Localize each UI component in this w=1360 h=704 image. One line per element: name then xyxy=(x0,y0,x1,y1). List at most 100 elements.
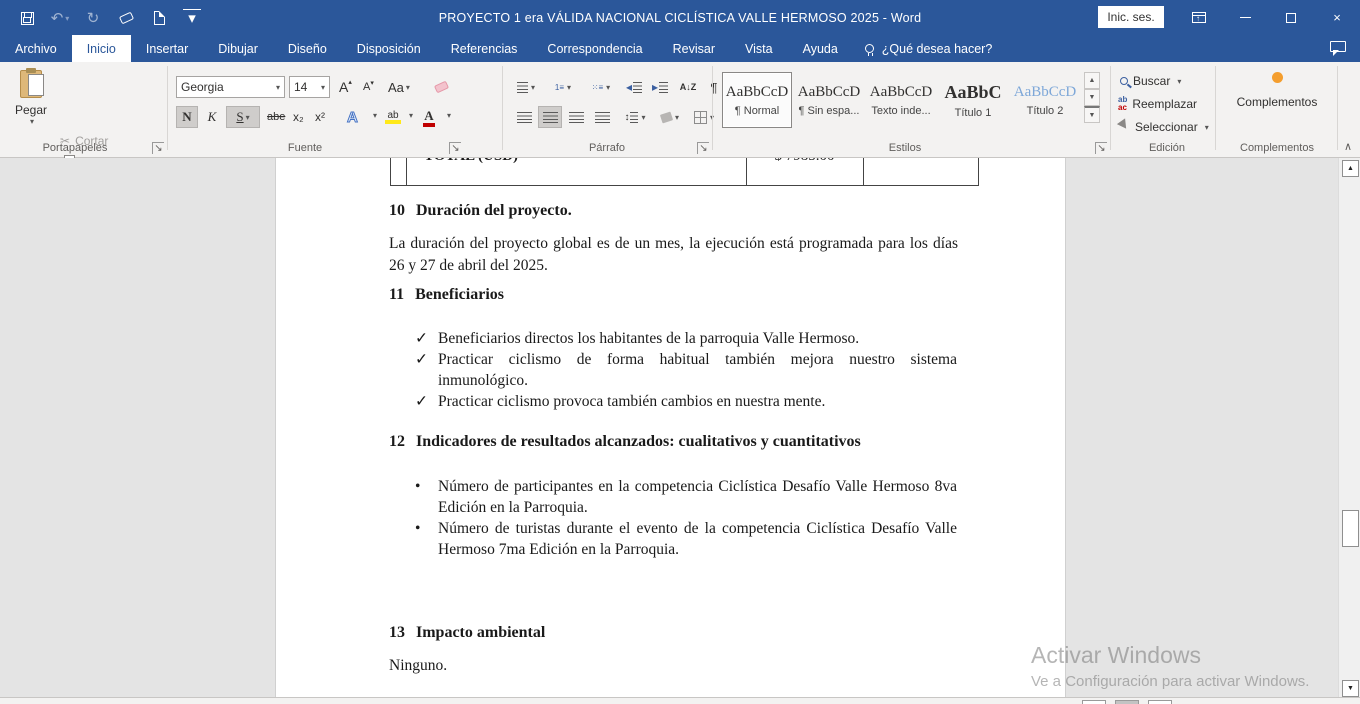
title-bar: ↶▾ ↻ ▾ PROYECTO 1 era VÁLIDA NACIONAL CI… xyxy=(0,0,1360,35)
borders-button[interactable]: ▾ xyxy=(690,106,718,128)
multilevel-list-button[interactable]: ⁙≡▾ xyxy=(586,76,616,98)
highlight-color-button[interactable]: ab xyxy=(382,106,404,128)
sign-in-button[interactable]: Inic. ses. xyxy=(1098,6,1164,28)
ribbon: Pegar ▾ ✂ Cortar Copiar Copiar formato P… xyxy=(0,62,1360,158)
ribbon-display-options-icon[interactable] xyxy=(1176,0,1222,35)
scroll-down-icon[interactable]: ▼ xyxy=(1342,680,1359,697)
font-size-combo[interactable]: 14▾ xyxy=(289,76,330,98)
bullets-button[interactable]: ▾ xyxy=(512,76,540,98)
find-button[interactable]: Buscar▾ xyxy=(1120,70,1181,92)
replace-icon: abac xyxy=(1118,96,1127,112)
paste-button[interactable]: Pegar ▾ xyxy=(10,70,52,146)
tab-ayuda[interactable]: Ayuda xyxy=(788,35,853,62)
list-item: ✓Practicar ciclismo de forma habitual ta… xyxy=(415,349,957,391)
scroll-up-icon[interactable]: ▲ xyxy=(1342,160,1359,177)
chevron-down-icon[interactable]: ▾ xyxy=(368,104,380,126)
style-texto-independiente[interactable]: AaBbCcD Texto inde... xyxy=(866,72,936,128)
heading-12: 12Indicadores de resultados alcanzados: … xyxy=(389,433,861,451)
tab-disposicion[interactable]: Disposición xyxy=(342,35,436,62)
decrease-indent-button[interactable]: ◂ xyxy=(622,76,646,98)
scrollbar-thumb[interactable] xyxy=(1342,510,1359,547)
list-item: •Número de turistas durante el evento de… xyxy=(415,518,957,560)
chevron-down-icon[interactable]: ▾ xyxy=(404,104,416,126)
read-mode-icon[interactable] xyxy=(1082,700,1106,704)
list-item: •Número de participantes en la competenc… xyxy=(415,476,957,518)
save-icon[interactable] xyxy=(18,9,36,27)
styles-scroll-up-icon[interactable]: ▲ xyxy=(1084,72,1100,89)
editing-group-label: Edición xyxy=(1112,142,1222,154)
close-icon[interactable]: × xyxy=(1314,0,1360,35)
justify-button[interactable] xyxy=(590,106,614,128)
vertical-scrollbar[interactable]: ▲ ▼ xyxy=(1338,158,1360,704)
sort-button[interactable]: A↓Z xyxy=(676,76,700,98)
undo-icon[interactable]: ↶▾ xyxy=(51,9,69,27)
heading-11: 11Beneficiarios xyxy=(389,286,504,304)
text-effects-button[interactable]: A xyxy=(344,106,361,128)
style-titulo-2[interactable]: AaBbCcD Título 2 xyxy=(1010,72,1080,128)
activate-windows-watermark: Activar Windows Ve a Configuración para … xyxy=(1031,642,1309,690)
clipboard-dialog-launcher[interactable]: ↘ xyxy=(152,142,164,154)
tell-me-box[interactable]: ¿Qué desea hacer? xyxy=(853,35,1005,62)
paragraph-duracion: La duración del proyecto global es de un… xyxy=(389,233,958,276)
font-dialog-launcher[interactable]: ↘ xyxy=(449,142,461,154)
styles-scroll-down-icon[interactable]: ▼ xyxy=(1084,89,1100,106)
numbering-button[interactable]: 1≡▾ xyxy=(548,76,578,98)
align-center-button[interactable] xyxy=(538,106,562,128)
addins-button[interactable]: Complementos xyxy=(1222,72,1332,109)
restore-icon[interactable] xyxy=(1268,0,1314,35)
eraser-icon[interactable] xyxy=(117,9,135,27)
tab-vista[interactable]: Vista xyxy=(730,35,788,62)
change-case-button[interactable]: Aa▾ xyxy=(385,76,413,98)
paragraph-impacto: Ninguno. xyxy=(389,655,447,677)
select-button[interactable]: Seleccionar▾ xyxy=(1120,116,1209,138)
status-bar xyxy=(0,697,1360,704)
chevron-down-icon: ▾ xyxy=(276,83,280,92)
bold-button[interactable]: N xyxy=(176,106,198,128)
tab-diseno[interactable]: Diseño xyxy=(273,35,342,62)
tab-inicio[interactable]: Inicio xyxy=(72,35,131,62)
line-spacing-button[interactable]: ↕▾ xyxy=(620,106,650,128)
web-layout-icon[interactable] xyxy=(1148,700,1172,704)
italic-button[interactable]: K xyxy=(202,106,222,128)
document-page[interactable]: TOTAL (USD) $ 7985.00 10Duración del pro… xyxy=(275,158,1066,697)
tab-correspondencia[interactable]: Correspondencia xyxy=(532,35,657,62)
styles-more-icon[interactable]: ▼ xyxy=(1084,106,1100,123)
font-color-button[interactable]: A xyxy=(420,106,438,128)
comments-icon[interactable] xyxy=(1330,41,1346,52)
addins-group-label: Complementos xyxy=(1222,142,1332,154)
align-right-button[interactable] xyxy=(564,106,588,128)
align-left-button[interactable] xyxy=(512,106,536,128)
quick-access-toolbar: ↶▾ ↻ ▾ xyxy=(18,6,201,30)
cursor-arrow-icon xyxy=(1117,118,1133,135)
shading-button[interactable]: ▾ xyxy=(656,106,684,128)
style-normal[interactable]: AaBbCcD ¶ Normal xyxy=(722,72,792,128)
underline-button[interactable]: S▾ xyxy=(226,106,260,128)
new-document-icon[interactable] xyxy=(150,9,168,27)
replace-button[interactable]: abac Reemplazar xyxy=(1118,93,1197,115)
heading-10: 10Duración del proyecto. xyxy=(389,202,572,220)
tab-revisar[interactable]: Revisar xyxy=(658,35,730,62)
print-layout-icon[interactable] xyxy=(1115,700,1139,704)
shrink-font-button[interactable]: A▾ xyxy=(360,76,377,98)
paragraph-dialog-launcher[interactable]: ↘ xyxy=(697,142,709,154)
strikethrough-button[interactable]: abe xyxy=(264,106,288,128)
tab-referencias[interactable]: Referencias xyxy=(436,35,533,62)
tab-archivo[interactable]: Archivo xyxy=(0,35,72,62)
tab-insertar[interactable]: Insertar xyxy=(131,35,203,62)
style-titulo-1[interactable]: AaBbC Título 1 xyxy=(938,72,1008,128)
clear-formatting-button[interactable] xyxy=(432,76,451,98)
increase-indent-button[interactable]: ▸ xyxy=(648,76,672,98)
minimize-icon[interactable] xyxy=(1222,0,1268,35)
styles-dialog-launcher[interactable]: ↘ xyxy=(1095,142,1107,154)
style-sin-espaciado[interactable]: AaBbCcD ¶ Sin espa... xyxy=(794,72,864,128)
redo-icon[interactable]: ↻ xyxy=(84,9,102,27)
font-name-combo[interactable]: Georgia▾ xyxy=(176,76,285,98)
customize-quick-access-icon[interactable]: ▾ xyxy=(183,9,201,27)
collapse-ribbon-icon[interactable]: ∧ xyxy=(1344,140,1352,153)
subscript-button[interactable]: x₂ xyxy=(290,106,307,128)
chevron-down-icon[interactable]: ▾ xyxy=(442,104,454,126)
superscript-button[interactable]: x² xyxy=(312,106,328,128)
tab-dibujar[interactable]: Dibujar xyxy=(203,35,273,62)
styles-gallery-scroll: ▲ ▼ ▼ xyxy=(1084,72,1100,123)
grow-font-button[interactable]: A▴ xyxy=(336,76,355,98)
